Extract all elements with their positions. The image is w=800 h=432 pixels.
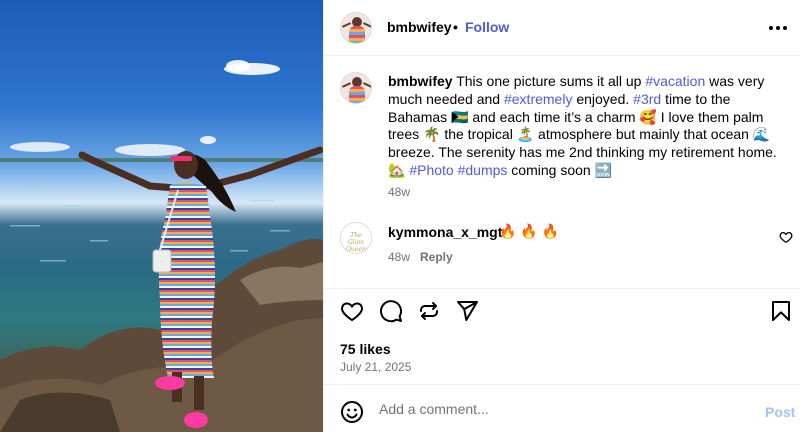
bookmark-icon[interactable] [769, 299, 793, 323]
author-username[interactable]: bmbwifey [387, 19, 452, 35]
author-avatar[interactable] [340, 12, 372, 44]
post-comment-button[interactable]: Post [765, 404, 795, 420]
send-icon[interactable] [455, 299, 479, 323]
heart-icon[interactable] [340, 299, 364, 323]
caption-text: coming soon 🔜 [507, 161, 612, 178]
caption-text: enjoyed. [572, 90, 634, 107]
hashtag-vacation[interactable]: #vacation [645, 73, 705, 89]
add-comment-bar: Post [324, 384, 800, 432]
post-header: bmbwifey • Follow [324, 0, 800, 56]
commenter-logo-text: The Glam Queens [346, 232, 369, 253]
hashtag-dumps[interactable]: #dumps [458, 162, 508, 178]
add-comment-input[interactable] [379, 397, 749, 421]
comment-like-heart-icon[interactable] [779, 230, 793, 244]
more-icon[interactable] [768, 18, 788, 38]
share-icon[interactable] [417, 299, 441, 323]
hashtag-extremely[interactable]: #extremely [504, 91, 572, 107]
caption-author-avatar[interactable] [340, 72, 372, 104]
comment-text: 🔥 🔥 🔥 [499, 223, 560, 239]
likes-count[interactable]: 75 likes [340, 341, 391, 357]
caption-text: This one picture sums it all up [456, 73, 646, 89]
caption-age[interactable]: 48w [388, 185, 410, 199]
emoji-icon[interactable] [340, 400, 364, 424]
post-actions: 75 likes July 21, 2025 [324, 288, 800, 384]
reply-button[interactable]: Reply [420, 250, 453, 264]
post-date[interactable]: July 21, 2025 [340, 360, 411, 374]
comment-username[interactable]: kymmona_x_mgt [388, 224, 502, 240]
photo-illustration [0, 60, 323, 432]
caption-username[interactable]: bmbwifey [388, 73, 453, 89]
separator-dot: • [453, 19, 458, 35]
follow-button[interactable]: Follow [465, 19, 509, 35]
post-details-panel: bmbwifey • Follow bmbwifey This one pict… [323, 0, 800, 432]
hashtag-3rd[interactable]: #3rd [633, 91, 661, 107]
comment-icon[interactable] [379, 299, 403, 323]
hashtag-photo[interactable]: #Photo [409, 162, 453, 178]
comment-age[interactable]: 48w [388, 250, 410, 264]
post-photo[interactable] [0, 0, 323, 432]
post-caption: bmbwifey This one picture sums it all up… [388, 73, 788, 180]
commenter-avatar[interactable]: The Glam Queens [340, 222, 372, 254]
